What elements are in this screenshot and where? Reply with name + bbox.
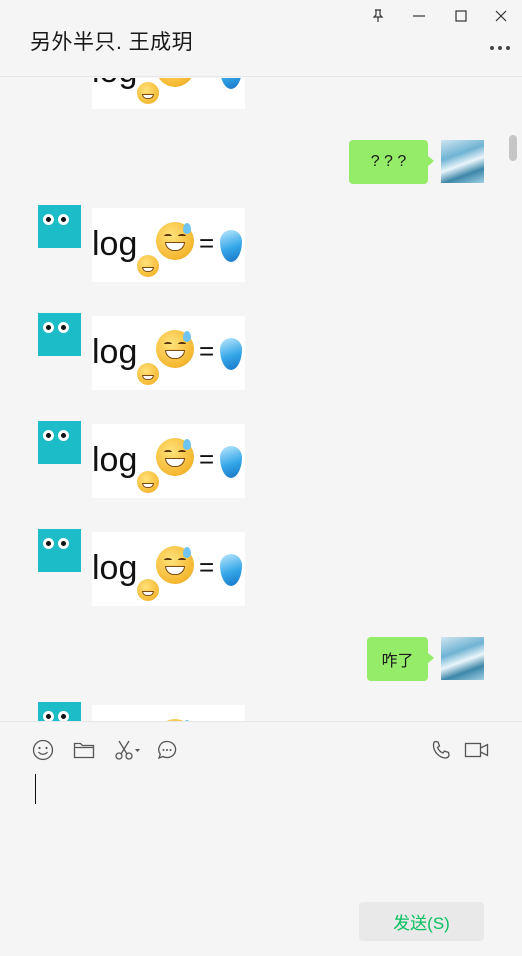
meme-image[interactable]: log =: [92, 316, 245, 390]
droplet-icon: [220, 338, 242, 370]
scissors-icon[interactable]: [113, 738, 143, 762]
droplet-icon: [220, 78, 242, 89]
message-list[interactable]: log = ? ? ? log = log = log = log: [0, 78, 522, 721]
grinning-face-icon: [137, 579, 159, 601]
chat-header: 另外半只. 王成玥: [0, 0, 522, 77]
contact-avatar[interactable]: [38, 421, 81, 464]
more-icon[interactable]: [488, 36, 512, 60]
video-icon[interactable]: [463, 738, 491, 762]
grinning-face-icon: [137, 82, 159, 104]
maximize-icon[interactable]: [449, 4, 473, 28]
meme-log-text: log: [92, 225, 138, 263]
grinning-sweat-face-icon: [156, 330, 194, 368]
text-input[interactable]: [35, 774, 36, 804]
message-composer: 发送(S): [0, 721, 522, 956]
minimize-icon[interactable]: [407, 4, 431, 28]
message-text: ? ? ?: [370, 153, 407, 170]
scrollbar-thumb[interactable]: [509, 135, 517, 161]
meme-log-text: log: [92, 333, 138, 371]
contact-avatar[interactable]: [38, 205, 81, 248]
message-text: 咋了: [381, 653, 414, 670]
meme-image[interactable]: log =: [92, 424, 245, 498]
meme-equals: =: [199, 552, 215, 582]
grinning-sweat-face-icon: [156, 222, 194, 260]
contact-avatar[interactable]: [38, 529, 81, 572]
grinning-face-icon: [137, 363, 159, 385]
meme-log-text: log: [92, 78, 137, 91]
folder-icon[interactable]: [72, 738, 96, 762]
meme-equals: =: [199, 78, 214, 86]
close-icon[interactable]: [489, 4, 513, 28]
meme-equals: =: [199, 228, 215, 258]
pin-icon[interactable]: [366, 4, 390, 28]
meme-log-text: log: [92, 441, 138, 479]
grinning-sweat-face-icon: [156, 438, 194, 476]
droplet-icon: [220, 554, 242, 586]
meme-image[interactable]: log =: [92, 532, 245, 606]
phone-icon[interactable]: [429, 738, 453, 762]
chat-title: 另外半只. 王成玥: [30, 31, 194, 54]
emoji-icon[interactable]: [31, 738, 55, 762]
grinning-sweat-face-icon: [156, 78, 194, 87]
meme-image[interactable]: log =: [92, 208, 245, 282]
meme-equals: =: [199, 336, 215, 366]
grinning-face-icon: [137, 255, 159, 277]
my-avatar[interactable]: [441, 140, 484, 183]
contact-avatar[interactable]: [38, 313, 81, 356]
send-button[interactable]: 发送(S): [359, 902, 484, 941]
grinning-sweat-face-icon: [156, 546, 194, 584]
contact-avatar[interactable]: [38, 702, 81, 721]
meme-equals: =: [199, 444, 215, 474]
chat-history-icon[interactable]: [155, 738, 179, 762]
droplet-icon: [220, 230, 242, 262]
grinning-face-icon: [137, 471, 159, 493]
meme-image[interactable]: log =: [92, 705, 245, 721]
meme-log-text: log: [92, 549, 138, 587]
my-message-bubble[interactable]: 咋了: [367, 637, 434, 681]
droplet-icon: [220, 446, 242, 478]
my-message-bubble[interactable]: ? ? ?: [349, 140, 434, 184]
my-avatar[interactable]: [441, 637, 484, 680]
meme-image[interactable]: log =: [92, 78, 245, 109]
